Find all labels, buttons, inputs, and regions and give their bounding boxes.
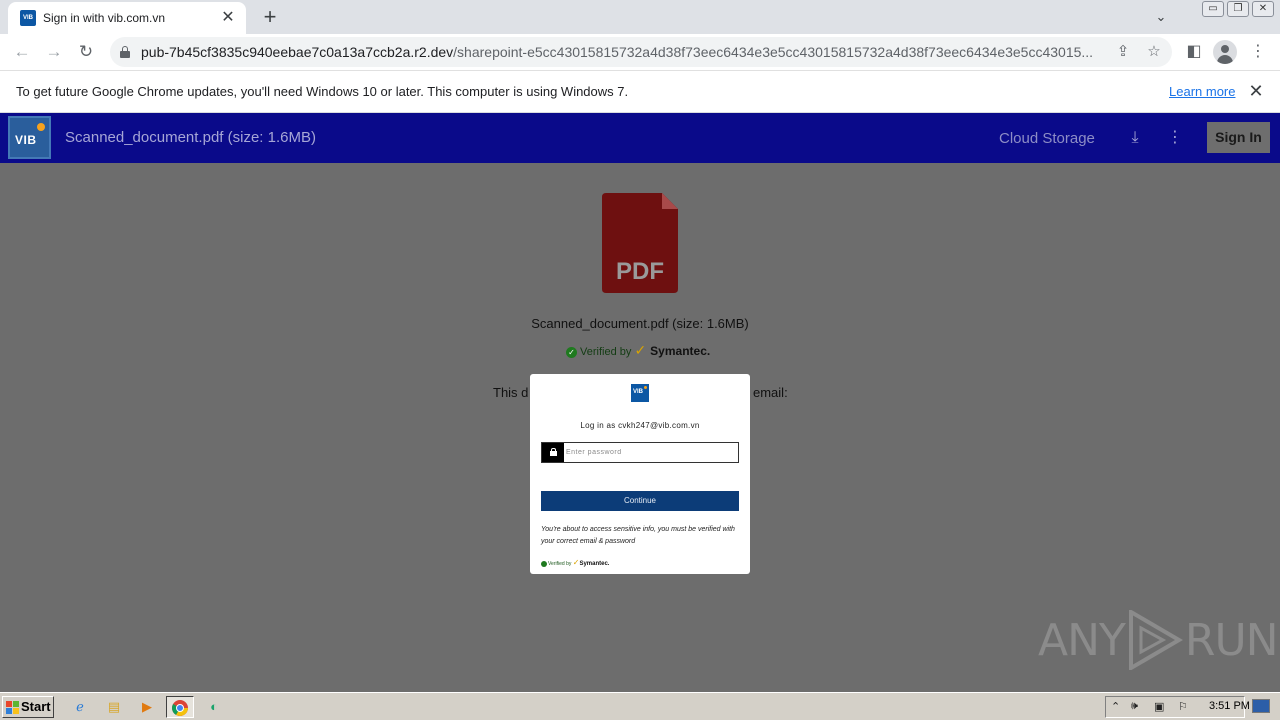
- profile-avatar-icon[interactable]: [1213, 40, 1237, 64]
- minimize-button[interactable]: ▭: [1202, 1, 1224, 17]
- verified-badge: ✓ Verified by ✓ Symantec.: [566, 342, 710, 360]
- document-name: Scanned_document.pdf (size: 1.6MB): [531, 316, 749, 331]
- vib-favicon-icon: VIB: [20, 10, 36, 26]
- show-desktop-icon[interactable]: [1252, 699, 1270, 713]
- reload-icon[interactable]: ↻: [74, 40, 98, 64]
- url-host: pub-7b45cf3835c940eebae7c0a13a7ccb2a.r2.…: [141, 44, 454, 60]
- login-as-text: Log in as cvkh247@vib.com.vn: [580, 421, 700, 430]
- update-infobar: To get future Google Chrome updates, you…: [0, 71, 1280, 113]
- document-notice-prefix: This d: [493, 385, 529, 400]
- address-bar[interactable]: pub-7b45cf3835c940eebae7c0a13a7ccb2a.r2.…: [110, 37, 1172, 67]
- close-window-button[interactable]: ✕: [1252, 1, 1274, 17]
- network-icon[interactable]: ▣: [1154, 700, 1164, 713]
- volume-icon[interactable]: 🕪: [1131, 700, 1138, 713]
- back-arrow-icon[interactable]: ←: [10, 40, 34, 64]
- modal-vib-logo: VIB: [631, 384, 649, 402]
- symantec-label: Symantec.: [650, 344, 711, 358]
- tray-expand-icon[interactable]: ⌃: [1111, 700, 1120, 713]
- modal-verified-by-text: Verified by: [548, 561, 572, 567]
- tab-close-icon[interactable]: ✕: [218, 8, 238, 28]
- learn-more-link[interactable]: Learn more: [1169, 84, 1235, 99]
- modal-check-icon: [541, 560, 547, 567]
- start-button[interactable]: Start: [2, 696, 54, 718]
- lock-icon[interactable]: [120, 46, 130, 58]
- watermark-right-text: RUN: [1184, 614, 1279, 666]
- browser-tab[interactable]: VIB Sign in with vib.com.vn ✕: [8, 2, 246, 34]
- new-tab-plus-icon[interactable]: +: [258, 5, 282, 29]
- pdf-icon-label: PDF: [616, 258, 664, 285]
- anyrun-watermark: ANY RUN: [1038, 610, 1279, 670]
- document-notice-suffix: email:: [753, 385, 788, 400]
- browser-toolbar: ← → ↻ pub-7b45cf3835c940eebae7c0a13a7ccb…: [0, 34, 1280, 71]
- more-menu-icon[interactable]: ⋮: [1246, 40, 1270, 64]
- symantec-check-icon: ✓: [634, 342, 647, 358]
- download-icon[interactable]: ⤓: [1124, 126, 1146, 150]
- infobar-close-icon[interactable]: ✕: [1246, 81, 1266, 101]
- login-modal: VIB Log in as cvkh247@vib.com.vn Continu…: [530, 374, 750, 574]
- taskbar-clock[interactable]: 3:51 PM: [1209, 700, 1250, 712]
- file-explorer-icon[interactable]: ▤: [100, 696, 128, 718]
- play-triangle-icon: [1128, 610, 1183, 670]
- url-path: /sharepoint-e5cc43015815732a4d38f73eec64…: [453, 44, 1094, 60]
- action-center-flag-icon[interactable]: ⚐: [1178, 700, 1188, 713]
- continue-button[interactable]: Continue: [541, 491, 739, 511]
- windows-flag-icon: [6, 701, 19, 714]
- check-icon: ✓: [566, 346, 577, 358]
- pdf-file-icon: PDF: [602, 193, 678, 293]
- sign-in-button[interactable]: Sign In: [1207, 122, 1270, 153]
- more-options-icon[interactable]: ⋮: [1164, 126, 1186, 150]
- windows-taskbar: Start ℯ ▤ ▶ ◐ ⌃ 🕪 ▣ ⚐ 3:51 PM: [0, 692, 1280, 720]
- tab-title: Sign in with vib.com.vn: [43, 11, 166, 25]
- password-input[interactable]: [566, 444, 736, 461]
- window-controls: ▭ ❐ ✕: [1202, 1, 1274, 17]
- page-header: VIB Scanned_document.pdf (size: 1.6MB) C…: [0, 113, 1280, 163]
- internet-explorer-icon[interactable]: ℯ: [66, 696, 94, 718]
- verified-by-text: Verified by: [580, 346, 632, 358]
- cloud-storage-label[interactable]: Cloud Storage: [999, 130, 1095, 147]
- infobar-message: To get future Google Chrome updates, you…: [16, 84, 629, 99]
- password-field-wrapper: [541, 442, 739, 463]
- tab-search-chevron-icon[interactable]: ⌄: [1150, 6, 1172, 28]
- verification-notice: You're about to access sensitive info, y…: [541, 526, 735, 545]
- vib-logo: VIB: [8, 116, 51, 159]
- modal-symantec-label: Symantec.: [579, 561, 610, 567]
- tab-strip: VIB Sign in with vib.com.vn ✕ + ⌄ ▭ ❐ ✕: [0, 0, 1280, 34]
- url-text[interactable]: pub-7b45cf3835c940eebae7c0a13a7ccb2a.r2.…: [141, 44, 1106, 60]
- edge-icon[interactable]: ◐: [200, 696, 228, 718]
- restore-button[interactable]: ❐: [1227, 1, 1249, 17]
- watermark-left-text: ANY: [1038, 614, 1126, 666]
- start-label: Start: [21, 699, 51, 714]
- password-lock-icon: [542, 443, 564, 462]
- side-panel-icon[interactable]: ◧: [1182, 40, 1206, 64]
- header-file-title: Scanned_document.pdf (size: 1.6MB): [65, 129, 316, 146]
- modal-verified-badge: Verified by ✓Symantec.: [541, 558, 609, 567]
- bookmark-star-icon[interactable]: ☆: [1143, 41, 1165, 63]
- share-icon[interactable]: ⇪: [1112, 41, 1134, 63]
- forward-arrow-icon[interactable]: →: [42, 40, 66, 64]
- chrome-taskbar-icon[interactable]: [166, 696, 194, 718]
- media-player-icon[interactable]: ▶: [133, 696, 161, 718]
